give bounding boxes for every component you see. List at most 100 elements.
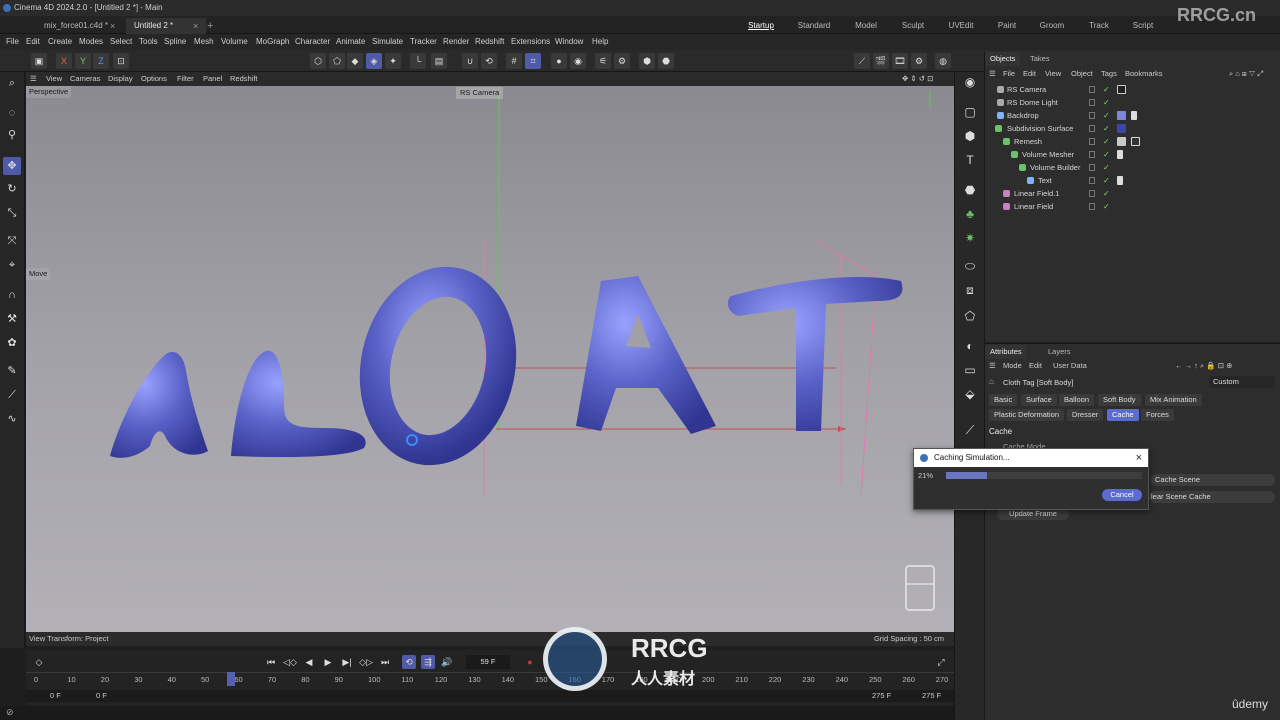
- subtab-plastic-deformation[interactable]: Plastic Deformation: [989, 409, 1065, 421]
- viewport-menu-icon[interactable]: ☰: [30, 72, 37, 86]
- menu-file[interactable]: File: [6, 34, 19, 50]
- loop-icon[interactable]: ⟲: [402, 655, 416, 669]
- frame-ruler[interactable]: 0102030405060708090100110120130140150160…: [26, 672, 954, 688]
- objects-menu-tags[interactable]: Tags: [1101, 68, 1117, 80]
- select-tool-icon[interactable]: ◌: [3, 104, 21, 122]
- spline-tool-icon[interactable]: ∿: [3, 410, 21, 428]
- move-tool-icon[interactable]: ✥: [3, 157, 21, 175]
- range-start-field[interactable]: 0 F: [50, 690, 61, 702]
- close-icon[interactable]: ×: [110, 18, 115, 34]
- layout-tab-standard[interactable]: Standard: [795, 18, 833, 34]
- render-to-picture-viewer-icon[interactable]: 🎞: [892, 53, 908, 69]
- edges-mode-icon[interactable]: ⬠: [329, 53, 345, 69]
- viewport-navigation-icons[interactable]: ✥ ⇕ ↺ ⊡: [902, 72, 933, 86]
- redshift-camera-tag-icon[interactable]: [1117, 85, 1126, 94]
- undo-icon[interactable]: ▣: [31, 53, 47, 69]
- attributes-nav-icons[interactable]: ← → ↑ ⌕ 🔒 ⊡ ⊕: [1175, 360, 1232, 372]
- material-tag-icon[interactable]: [1117, 124, 1126, 133]
- go-to-end-icon[interactable]: ⏭: [378, 655, 392, 669]
- range-end-field[interactable]: 275 F: [922, 690, 941, 702]
- scale-tool-icon[interactable]: ⤡: [3, 204, 21, 222]
- subtab-basic[interactable]: Basic: [989, 394, 1018, 406]
- enabled-check-icon[interactable]: ✓: [1103, 135, 1110, 148]
- menu-modes[interactable]: Modes: [79, 34, 103, 50]
- viewport-menu-filter[interactable]: Filter: [177, 72, 194, 86]
- points-mode-icon[interactable]: ⬡: [310, 53, 326, 69]
- subtab-forces[interactable]: Forces: [1141, 409, 1174, 421]
- transform-tool-icon[interactable]: ⤧: [3, 232, 21, 250]
- enabled-check-icon[interactable]: ✓: [1103, 109, 1110, 122]
- perspective-viewport[interactable]: Perspective RS Camera Move: [26, 86, 954, 632]
- visibility-dots[interactable]: [1089, 86, 1095, 93]
- visibility-dots[interactable]: [1089, 99, 1095, 106]
- objects-menu-icon[interactable]: ☰: [989, 68, 996, 80]
- cancel-button[interactable]: Cancel: [1102, 489, 1142, 501]
- object-row-rs-dome-light[interactable]: RS Dome Light ✓: [985, 96, 1280, 109]
- settings-gear-icon[interactable]: ⚙: [614, 53, 630, 69]
- autokey-icon[interactable]: ◉: [570, 53, 586, 69]
- visibility-dots[interactable]: [1089, 203, 1095, 210]
- magnet-tool-icon[interactable]: ∩: [3, 286, 21, 304]
- next-key-icon[interactable]: ◇▷: [359, 655, 373, 669]
- sculpt-tool-icon[interactable]: ✿: [3, 334, 21, 352]
- model-mode-icon[interactable]: ◈: [366, 53, 382, 69]
- subtab-soft-body[interactable]: Soft Body: [1098, 394, 1141, 406]
- mograph-cloner-icon[interactable]: ♣: [960, 204, 980, 224]
- object-row-linear-field-1[interactable]: Linear Field.1 ✓: [985, 187, 1280, 200]
- objects-menu-object[interactable]: Object: [1071, 68, 1093, 80]
- cube-object-icon[interactable]: ⬢: [960, 126, 980, 146]
- render-region-icon[interactable]: ⟋: [854, 53, 870, 69]
- menu-animate[interactable]: Animate: [336, 34, 365, 50]
- x-axis-toggle[interactable]: X: [56, 53, 72, 69]
- visibility-dots[interactable]: [1089, 190, 1095, 197]
- layout-tab-sculpt[interactable]: Sculpt: [894, 18, 932, 34]
- generator-icon[interactable]: ⬣: [960, 180, 980, 200]
- subtab-cache[interactable]: Cache: [1107, 409, 1139, 421]
- objects-menu-edit[interactable]: Edit: [1023, 68, 1036, 80]
- layout-tab-uvedit[interactable]: UVEdit: [942, 18, 980, 34]
- menu-window[interactable]: Window: [555, 34, 583, 50]
- sculpt-brush-icon[interactable]: ⟋: [960, 420, 980, 440]
- object-row-volume-builder[interactable]: Volume Builder ✓: [985, 161, 1280, 174]
- enabled-check-icon[interactable]: ✓: [1103, 96, 1110, 109]
- visibility-dots[interactable]: [1089, 138, 1095, 145]
- preset-dropdown[interactable]: Custom: [1209, 376, 1275, 388]
- material-tag-icon[interactable]: [1117, 111, 1126, 120]
- render-active-view-icon[interactable]: 🎬: [873, 53, 889, 69]
- paint-tool-icon[interactable]: ✎: [3, 362, 21, 380]
- clear-scene-cache-button[interactable]: lear Scene Cache: [1149, 491, 1275, 503]
- object-row-backdrop[interactable]: Backdrop ✓: [985, 109, 1280, 122]
- menu-extensions[interactable]: Extensions: [511, 34, 550, 50]
- render-camera-icon[interactable]: ▭: [960, 360, 980, 380]
- timeline-expand-icon[interactable]: ⤢: [934, 655, 948, 669]
- viewport-menu-view[interactable]: View: [46, 72, 62, 86]
- axis-tool-icon[interactable]: ⌖: [3, 256, 21, 274]
- attributes-menu-user-data[interactable]: User Data: [1053, 360, 1087, 372]
- scene-object-icon[interactable]: ⬠: [960, 306, 980, 326]
- keyframe-icon[interactable]: ◇: [32, 655, 46, 669]
- spline-object-icon[interactable]: ▢: [960, 102, 980, 122]
- attributes-menu-icon[interactable]: ☰: [989, 360, 996, 372]
- z-axis-toggle[interactable]: Z: [93, 53, 109, 69]
- workplane-icon[interactable]: ⌗: [525, 53, 541, 69]
- camera-object-icon[interactable]: ◉: [960, 72, 980, 92]
- frame-range-bar[interactable]: 0 F 0 F 275 F 275 F: [26, 690, 954, 702]
- axis-mode-icon[interactable]: └: [410, 53, 426, 69]
- visibility-dots[interactable]: [1089, 177, 1095, 184]
- menu-simulate[interactable]: Simulate: [372, 34, 403, 50]
- menu-mograph[interactable]: MoGraph: [256, 34, 289, 50]
- edit-render-settings-icon[interactable]: ⚙: [911, 53, 927, 69]
- coordinate-system-icon[interactable]: ⊡: [113, 53, 129, 69]
- viewport-menu-cameras[interactable]: Cameras: [70, 72, 100, 86]
- sound-icon[interactable]: 🔊: [440, 655, 454, 669]
- object-row-rs-camera[interactable]: RS Camera ✓: [985, 83, 1280, 96]
- layout-tab-groom[interactable]: Groom: [1033, 18, 1071, 34]
- layout-tab-paint[interactable]: Paint: [988, 18, 1026, 34]
- search-icon[interactable]: ⌕: [3, 74, 21, 92]
- viewport-menu-panel[interactable]: Panel: [203, 72, 222, 86]
- objects-menu-view[interactable]: View: [1045, 68, 1061, 80]
- viewport-menu-options[interactable]: Options: [141, 72, 167, 86]
- enabled-check-icon[interactable]: ✓: [1103, 200, 1110, 213]
- objects-search-icon[interactable]: ⌕ ⌂ ⊞ ▽ ⤢: [1229, 68, 1263, 80]
- menu-help[interactable]: Help: [592, 34, 608, 50]
